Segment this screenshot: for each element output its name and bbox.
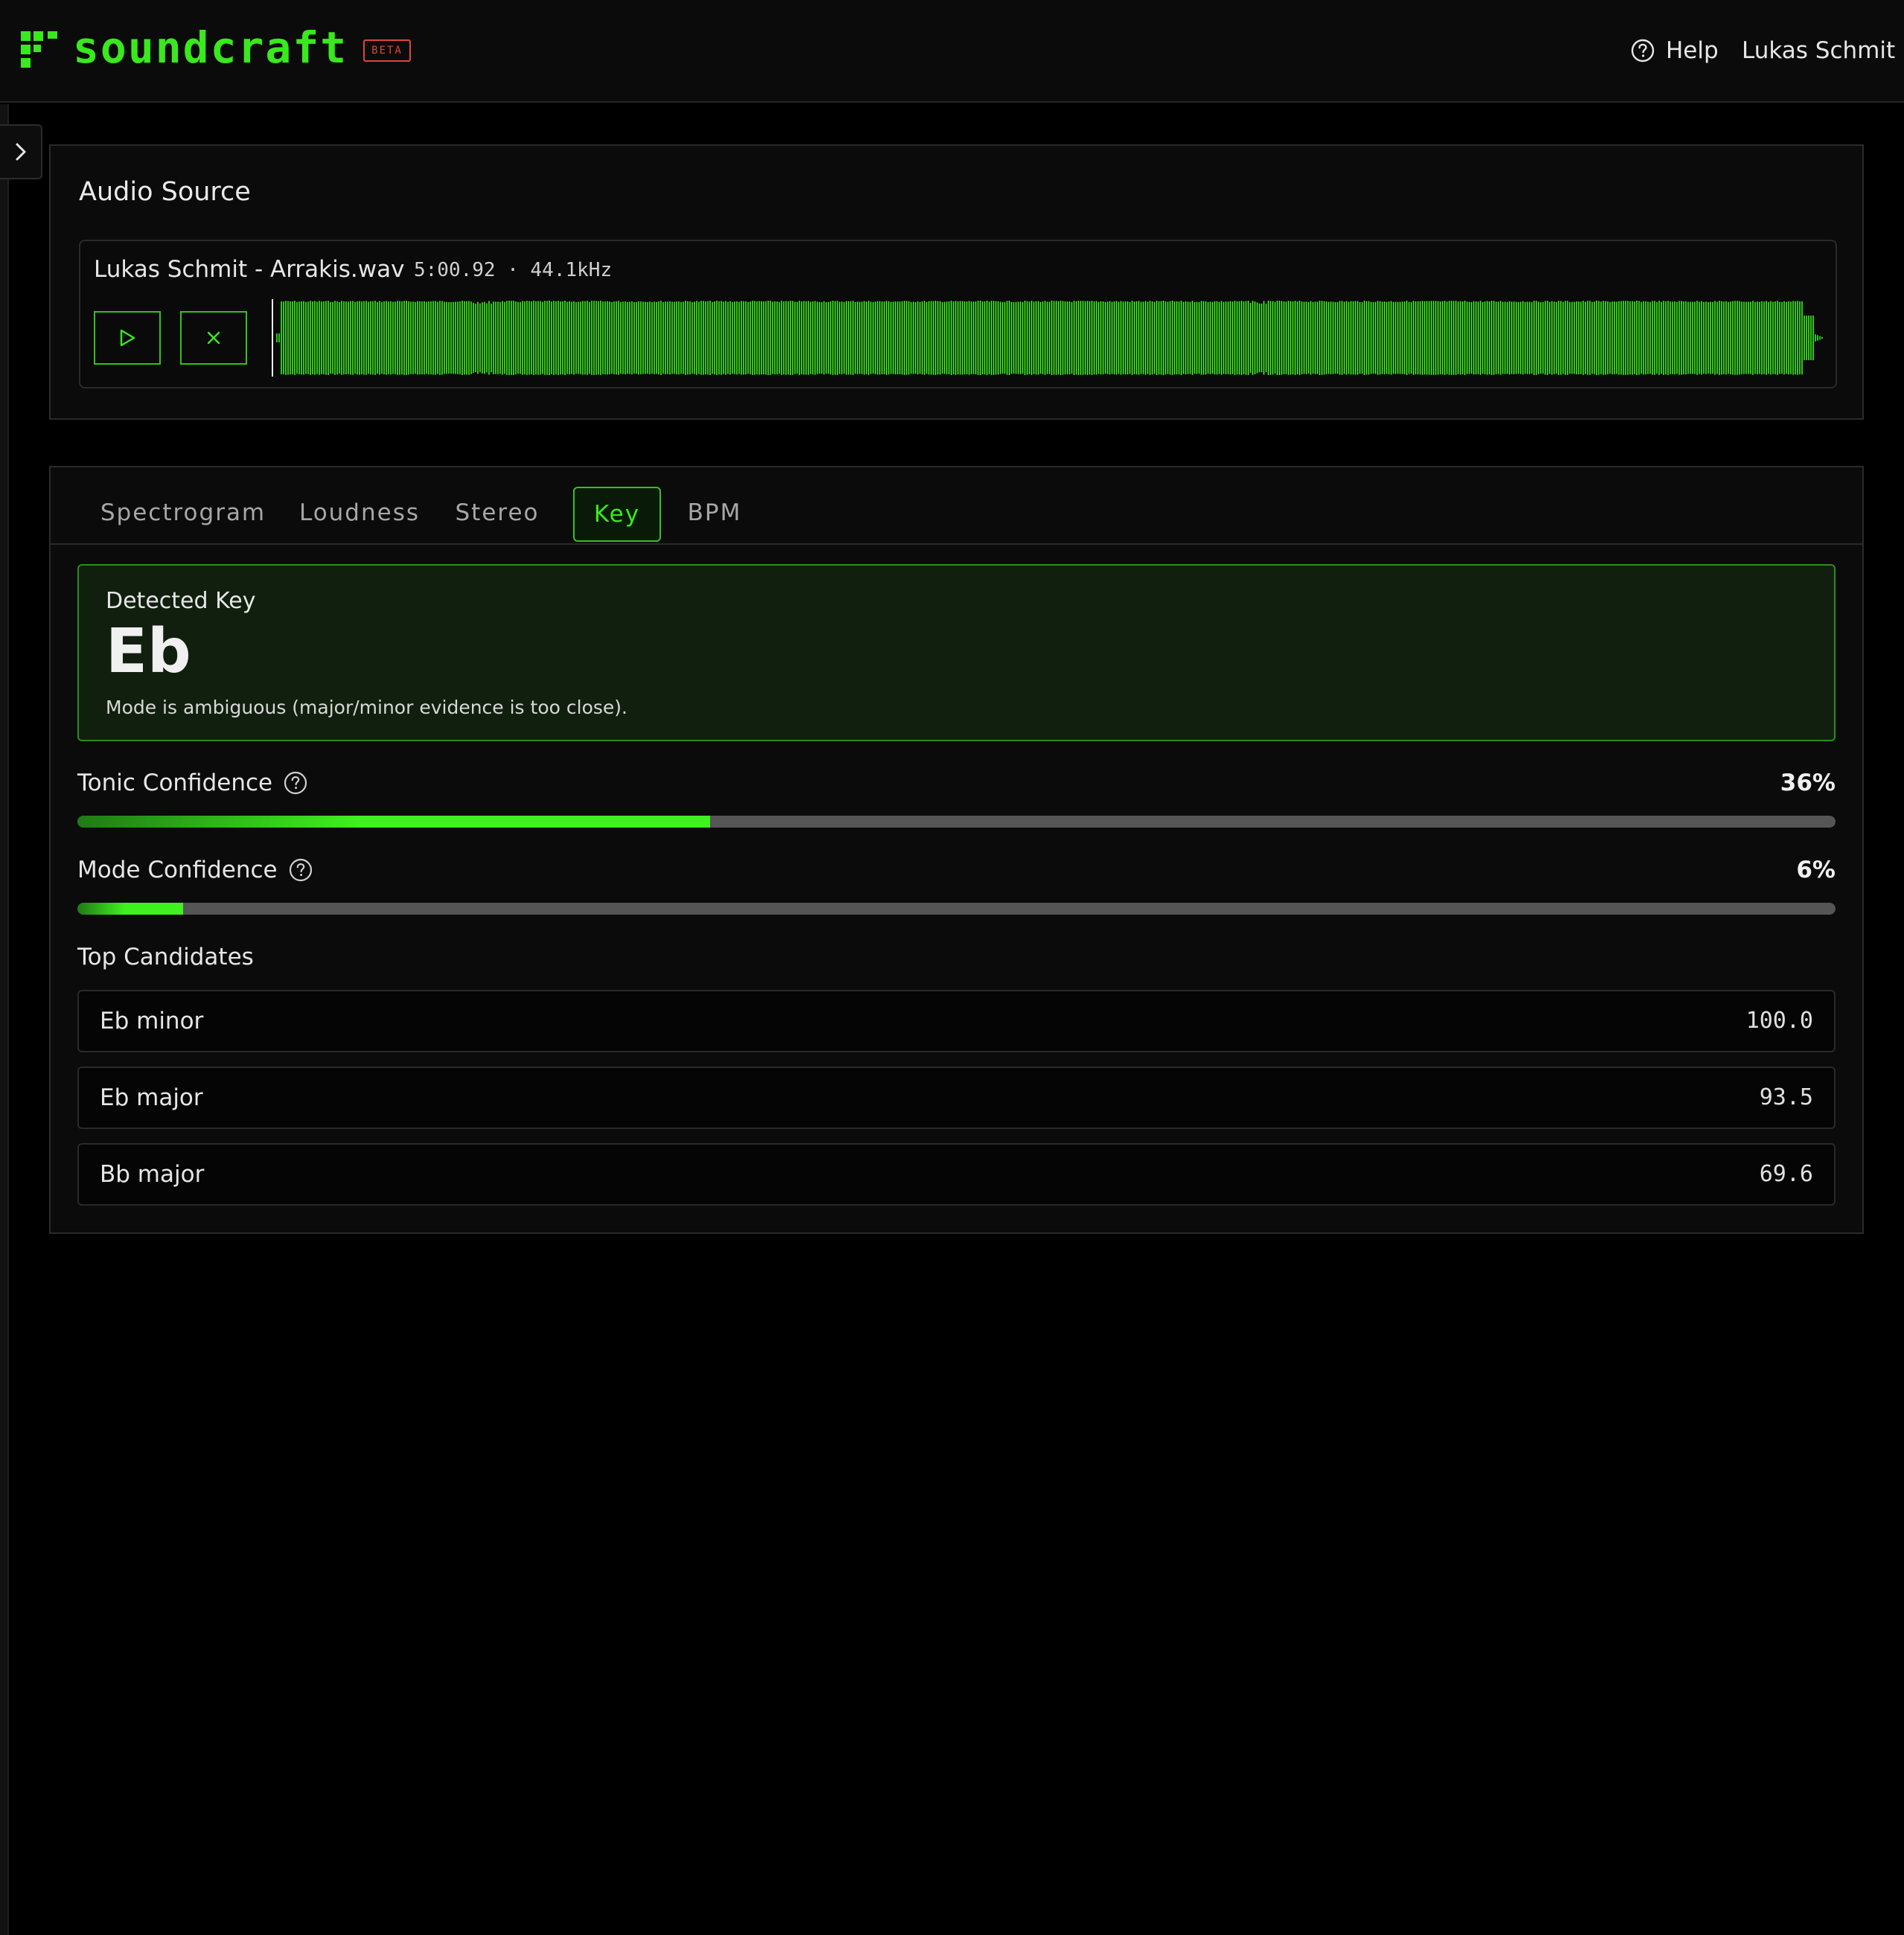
detected-key-label: Detected Key [106,588,256,614]
top-candidates-title: Top Candidates [77,944,254,970]
waveform[interactable] [271,299,1827,377]
tonic-confidence-text: Tonic Confidence [77,770,273,796]
tab-spectrogram[interactable]: Spectrogram [97,487,269,542]
candidate-row: Eb major 93.5 [77,1066,1836,1129]
analysis-tabs: Spectrogram Loudness Stereo Key BPM [51,467,1862,545]
detected-key-value: Eb [106,616,191,687]
help-circle-icon [1631,39,1655,63]
mode-confidence-value: 6% [1796,857,1836,883]
tab-loudness[interactable]: Loudness [298,487,421,542]
play-button[interactable] [94,311,161,365]
detected-key-card: Detected Key Eb Mode is ambiguous (major… [77,564,1836,741]
tonic-confidence-label: Tonic Confidence [77,770,308,796]
beta-badge: BETA [363,39,411,62]
candidate-score: 93.5 [1759,1084,1813,1110]
tab-bpm[interactable]: BPM [680,487,749,542]
remove-track-button[interactable] [180,311,247,365]
track-card: Lukas Schmit - Arrakis.wav 5:00.92 · 44.… [79,240,1837,388]
sidebar-toggle-button[interactable] [0,124,42,179]
mode-confidence-bar [77,903,1836,915]
mode-confidence-label: Mode Confidence [77,857,313,883]
candidate-score: 100.0 [1745,1008,1813,1034]
track-meta: 5:00.92 · 44.1kHz [414,259,613,281]
tonic-info-icon[interactable] [283,770,308,796]
user-menu[interactable]: Lukas Schmit [1742,34,1895,67]
play-icon [120,329,135,347]
candidate-name: Bb major [100,1161,205,1188]
help-button[interactable]: Help [1630,34,1719,67]
audio-source-panel: Audio Source Lukas Schmit - Arrakis.wav … [49,144,1864,420]
track-file-name: Lukas Schmit - Arrakis.wav [94,256,405,283]
chevron-right-icon [16,143,25,161]
candidate-row: Bb major 69.6 [77,1143,1836,1206]
candidate-row: Eb minor 100.0 [77,990,1836,1052]
help-label: Help [1666,37,1719,64]
candidate-name: Eb major [100,1084,203,1111]
candidate-score: 69.6 [1759,1161,1813,1187]
close-icon [207,331,220,345]
mode-confidence-fill [77,903,183,915]
tab-stereo[interactable]: Stereo [450,487,545,542]
brand-name[interactable]: soundcraft [73,21,348,74]
logo-icon [21,31,57,68]
mode-confidence-text: Mode Confidence [77,857,278,883]
app-header: soundcraft BETA Help Lukas Schmit [0,0,1904,103]
tonic-confidence-value: 36% [1780,770,1836,796]
sidebar-rail [0,104,9,1935]
analysis-panel: Spectrogram Loudness Stereo Key BPM Dete… [49,466,1864,1234]
candidate-name: Eb minor [100,1008,204,1034]
tonic-confidence-bar [77,816,1836,828]
mode-ambiguity-note: Mode is ambiguous (major/minor evidence … [106,697,627,718]
tonic-confidence-fill [77,816,711,828]
tab-key[interactable]: Key [573,487,661,542]
mode-info-icon[interactable] [288,857,313,883]
panel-title: Audio Source [79,177,251,207]
